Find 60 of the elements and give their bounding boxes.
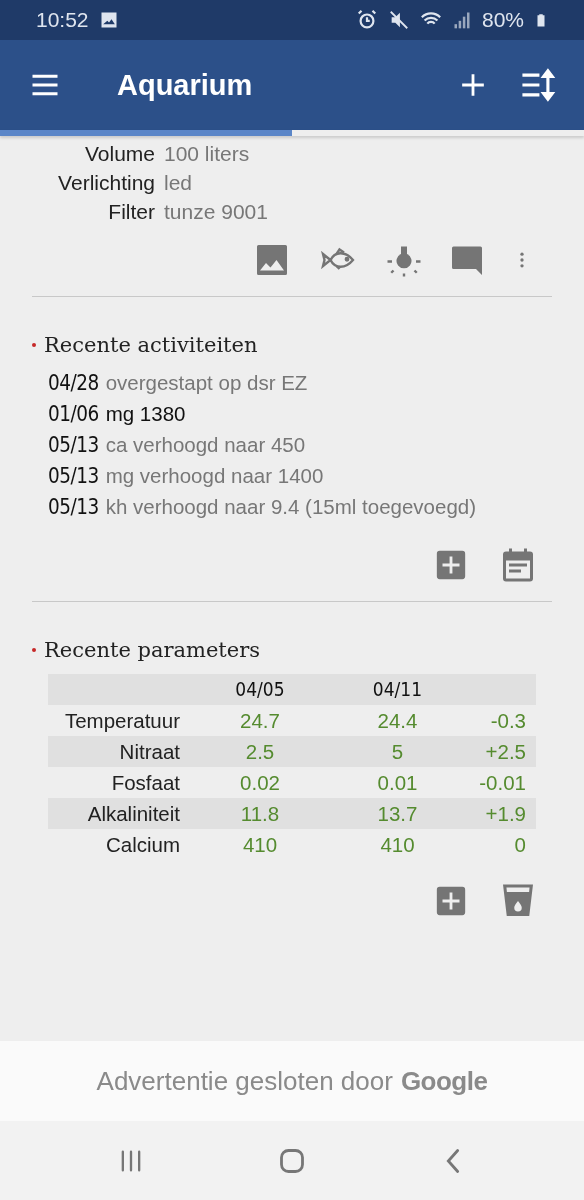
- section-title: Recente activiteiten: [44, 333, 258, 357]
- info-label: Verlichting: [57, 171, 155, 195]
- plus-icon: [434, 884, 468, 918]
- activity-text: overgestapt op dsr EZ: [105, 371, 308, 395]
- parameter-change: -0.3: [489, 708, 527, 734]
- plus-icon: [460, 72, 486, 98]
- activity-date: 05/13: [48, 495, 99, 519]
- activity-text: mg 1380: [105, 402, 186, 426]
- parameter-change: -0.01: [478, 770, 527, 796]
- parameter-value: 410: [241, 832, 279, 858]
- activity-date: 05/13: [48, 433, 99, 457]
- calendar-icon: [500, 547, 536, 583]
- image-icon[interactable]: [254, 242, 290, 278]
- parameter-name: Temperatuur: [63, 708, 181, 734]
- app-title: Aquarium: [117, 68, 254, 102]
- info-value: tunze 9001: [164, 200, 269, 224]
- info-label: Filter: [107, 200, 155, 224]
- parameter-change: +2.5: [465, 736, 536, 767]
- home-icon: [278, 1146, 306, 1175]
- parameter-name: Alkaliniteit: [48, 798, 190, 829]
- section-title: Recente parameters: [44, 638, 261, 662]
- parameter-value: 5: [330, 736, 465, 767]
- column-header: 04/11: [330, 674, 465, 705]
- sort-icon: [520, 68, 556, 102]
- parameter-value: 410: [379, 832, 416, 858]
- add-button[interactable]: [460, 72, 486, 98]
- info-value: led: [164, 171, 194, 195]
- parameter-value: 24.4: [376, 708, 419, 734]
- info-value: 100 liters: [164, 142, 251, 166]
- parameter-change: +1.9: [465, 798, 536, 829]
- parameter-change: 0: [513, 832, 527, 858]
- bullet-icon: [32, 343, 36, 347]
- calendar-button[interactable]: [500, 547, 536, 583]
- parameter-value: 11.8: [190, 798, 330, 829]
- plus-icon: [434, 548, 468, 582]
- activity-date: 01/06: [48, 402, 99, 426]
- parameter-name: Calcium: [104, 832, 181, 858]
- activity-text: kh verhoogd naar 9.4 (15ml toegevoegd): [105, 495, 477, 519]
- ad-text: Advertentie gesloten door: [96, 1065, 393, 1097]
- sort-button[interactable]: [520, 68, 556, 102]
- activity-text: mg verhoogd naar 1400: [105, 464, 324, 488]
- alarm-icon: [355, 9, 378, 31]
- mute-icon: [387, 9, 410, 31]
- parameter-value: 2.5: [190, 736, 330, 767]
- ad-brand: Google: [400, 1065, 488, 1097]
- bullet-icon: [32, 648, 36, 652]
- status-time: 10:52: [36, 8, 89, 32]
- parameter-name: Fosfaat: [110, 770, 181, 796]
- activity-date: 04/28: [48, 371, 99, 395]
- parameter-value: 0.02: [239, 770, 281, 796]
- parameter-name: Nitraat: [48, 736, 190, 767]
- battery-percent: 80%: [481, 8, 524, 32]
- activity-text: ca verhoogd naar 450: [105, 433, 306, 457]
- parameter-value: 13.7: [330, 798, 465, 829]
- home-button[interactable]: [278, 1146, 306, 1175]
- activity-date: 05/13: [48, 464, 99, 488]
- info-label: Volume: [83, 142, 155, 166]
- column-header: 04/05: [190, 674, 330, 705]
- parameter-value: 24.7: [239, 708, 281, 734]
- parameter-value: 0.01: [376, 770, 419, 796]
